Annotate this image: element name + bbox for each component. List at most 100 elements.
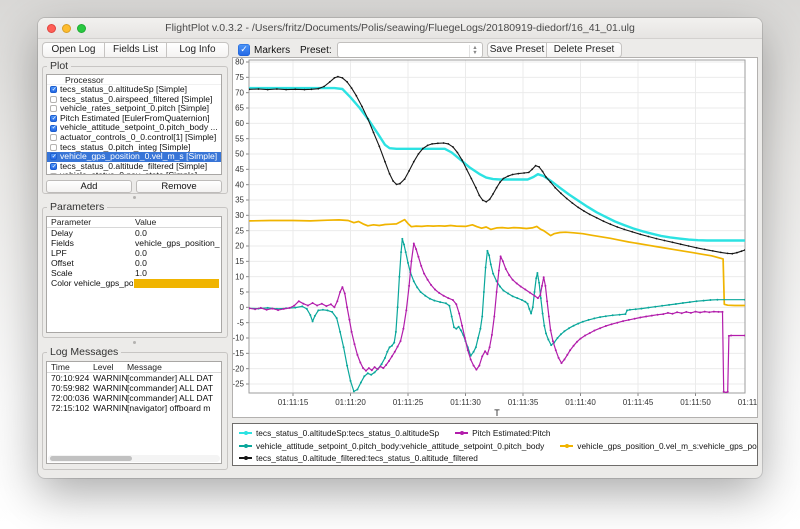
parameters-panel: Parameters Parameter Value Delay0.0Field…	[42, 201, 228, 338]
log-message: [navigator] offboard m	[127, 403, 221, 413]
plot-list-item[interactable]: actuator_controls_0_0.control[1] [Simple…	[47, 133, 221, 143]
remove-field-button[interactable]: Remove	[136, 180, 222, 193]
close-window-button[interactable]	[47, 24, 56, 33]
time-col-header: Time	[51, 362, 70, 372]
legend-label: vehicle_attitude_setpoint_0.pitch_body:v…	[256, 441, 544, 451]
legend-marker-icon	[239, 457, 252, 459]
svg-text:10: 10	[235, 272, 244, 281]
minimize-window-button[interactable]	[62, 24, 71, 33]
field-checkbox[interactable]	[50, 163, 57, 170]
open-log-button[interactable]: Open Log	[42, 42, 105, 58]
plot-list-item[interactable]: tecs_status_0.airspeed_filtered [Simple]	[47, 95, 221, 105]
field-label: tecs_status_0.altitudeSp [Simple]	[60, 85, 220, 95]
parameter-row[interactable]: Color vehicle_gps_po...	[47, 278, 221, 288]
field-label: tecs_status_0.pitch_integ [Simple]	[60, 143, 220, 153]
flightplot-window: FlightPlot v.0.3.2 - /Users/fritz/Docume…	[38, 18, 762, 478]
log-messages-panel: Log Messages Time Level Message 70:10:92…	[42, 346, 228, 470]
splitter-handle[interactable]	[133, 341, 136, 344]
field-label: vehicle_rates_setpoint_0.pitch [Simple]	[60, 104, 220, 114]
field-checkbox[interactable]	[50, 134, 57, 141]
plot-list-item[interactable]: vehicle_rates_setpoint_0.pitch [Simple]	[47, 104, 221, 114]
legend-item: tecs_status_0.altitudeSp:tecs_status_0.a…	[239, 428, 439, 438]
preset-combobox[interactable]: ▲▼	[337, 42, 483, 58]
plot-panel: Plot Processor tecs_status_0.altitudeSp …	[42, 60, 228, 194]
field-checkbox[interactable]	[50, 125, 57, 132]
plot-list-item[interactable]: tecs_status_0.altitudeSp [Simple]	[47, 85, 221, 95]
parameter-row[interactable]: Scale1.0	[47, 268, 221, 278]
log-message-row[interactable]: 72:15:102WARNING[navigator] offboard m	[47, 403, 221, 413]
svg-text:01:11:20: 01:11:20	[335, 398, 366, 407]
plot-list-item[interactable]: vehicle_status_0.nav_state [Simple]	[47, 171, 221, 175]
log-message-row[interactable]: 72:00:036WARNING[commander] ALL DAT	[47, 393, 221, 403]
value-col-header: Value	[135, 217, 156, 227]
parameter-name: Fields	[51, 238, 133, 248]
parameter-value[interactable]: 0.0	[135, 228, 220, 238]
plot-list-item[interactable]: vehicle_attitude_setpoint_0.pitch_body .…	[47, 123, 221, 133]
log-level: WARNING	[93, 403, 127, 413]
markers-checkbox[interactable]	[238, 44, 250, 56]
horizontal-scrollbar[interactable]	[48, 455, 220, 462]
param-col-header: Parameter	[51, 217, 91, 227]
legend-item: vehicle_gps_position_0.vel_m_s:vehicle_g…	[560, 441, 758, 451]
field-checkbox[interactable]	[50, 173, 57, 175]
markers-label: Markers	[254, 45, 290, 56]
log-message-row[interactable]: 70:59:982WARNING[commander] ALL DAT	[47, 383, 221, 393]
chart-plot-area[interactable]: 80757065605550454035302520151050-5-10-15…	[233, 58, 758, 418]
svg-text:01:11:40: 01:11:40	[565, 398, 596, 407]
log-info-button[interactable]: Log Info	[166, 42, 229, 58]
chart-legend: tecs_status_0.altitudeSp:tecs_status_0.a…	[232, 423, 758, 466]
log-level: WARNING	[93, 373, 127, 383]
color-swatch[interactable]	[134, 279, 219, 288]
field-checkbox[interactable]	[50, 153, 57, 160]
parameter-name: Delay	[51, 228, 133, 238]
parameter-value[interactable]: 1.0	[135, 268, 220, 278]
parameter-name: Scale	[51, 268, 133, 278]
svg-text:01:11:55: 01:11:55	[738, 398, 758, 407]
log-time: 72:15:102	[51, 403, 93, 413]
save-preset-button[interactable]: Save Preset	[487, 42, 547, 58]
preset-stepper-icon[interactable]: ▲▼	[469, 45, 480, 57]
plot-list-item[interactable]: vehicle_gps_position_0.vel_m_s [Simple]	[47, 152, 221, 162]
legend-marker-icon	[560, 445, 573, 447]
plot-field-list[interactable]: Processor tecs_status_0.altitudeSp [Simp…	[46, 74, 222, 175]
plot-list-item[interactable]: tecs_status_0.pitch_integ [Simple]	[47, 143, 221, 153]
parameters-table[interactable]: Parameter Value Delay0.0Fieldsvehicle_gp…	[46, 216, 222, 333]
legend-item: Pitch Estimated:Pitch	[455, 428, 550, 438]
svg-text:-20: -20	[233, 364, 245, 373]
svg-text:20: 20	[235, 242, 244, 251]
log-message-row[interactable]: 70:10:924WARNING[commander] ALL DAT	[47, 373, 221, 383]
parameter-row[interactable]: Fieldsvehicle_gps_position_...	[47, 238, 221, 248]
zoom-window-button[interactable]	[77, 24, 86, 33]
svg-text:01:11:45: 01:11:45	[623, 398, 654, 407]
parameter-row[interactable]: Offset0.0	[47, 258, 221, 268]
field-checkbox[interactable]	[50, 115, 57, 122]
window-title: FlightPlot v.0.3.2 - /Users/fritz/Docume…	[98, 22, 702, 34]
plot-list-item[interactable]: Pitch Estimated [EulerFromQuaternion]	[47, 114, 221, 124]
field-label: vehicle_status_0.nav_state [Simple]	[60, 171, 220, 175]
legend-marker-icon	[239, 445, 252, 447]
svg-text:0: 0	[240, 303, 245, 312]
log-messages-table[interactable]: Time Level Message 70:10:924WARNING[comm…	[46, 361, 222, 464]
scrollbar-thumb[interactable]	[50, 456, 132, 461]
splitter-handle[interactable]	[133, 196, 136, 199]
field-checkbox[interactable]	[50, 86, 57, 93]
parameter-row[interactable]: Delay0.0	[47, 228, 221, 238]
svg-text:01:11:25: 01:11:25	[393, 398, 424, 407]
field-checkbox[interactable]	[50, 96, 57, 103]
log-message: [commander] ALL DAT	[127, 373, 221, 383]
add-field-button[interactable]: Add	[46, 180, 132, 193]
parameter-value[interactable]: 0.0	[135, 258, 220, 268]
parameter-value[interactable]: vehicle_gps_position_...	[135, 238, 220, 248]
fields-list-button[interactable]: Fields List	[104, 42, 167, 58]
field-checkbox[interactable]	[50, 105, 57, 112]
legend-item: tecs_status_0.altitude_filtered:tecs_sta…	[239, 453, 478, 463]
plot-list-item[interactable]: tecs_status_0.altitude_filtered [Simple]	[47, 162, 221, 172]
parameter-name: LPF	[51, 248, 133, 258]
field-checkbox[interactable]	[50, 144, 57, 151]
delete-preset-button[interactable]: Delete Preset	[546, 42, 622, 58]
parameter-row[interactable]: LPF0.0	[47, 248, 221, 258]
plot-list-header: Processor	[47, 75, 221, 85]
parameter-value[interactable]: 0.0	[135, 248, 220, 258]
svg-text:60: 60	[235, 119, 244, 128]
legend-item: vehicle_attitude_setpoint_0.pitch_body:v…	[239, 441, 544, 451]
